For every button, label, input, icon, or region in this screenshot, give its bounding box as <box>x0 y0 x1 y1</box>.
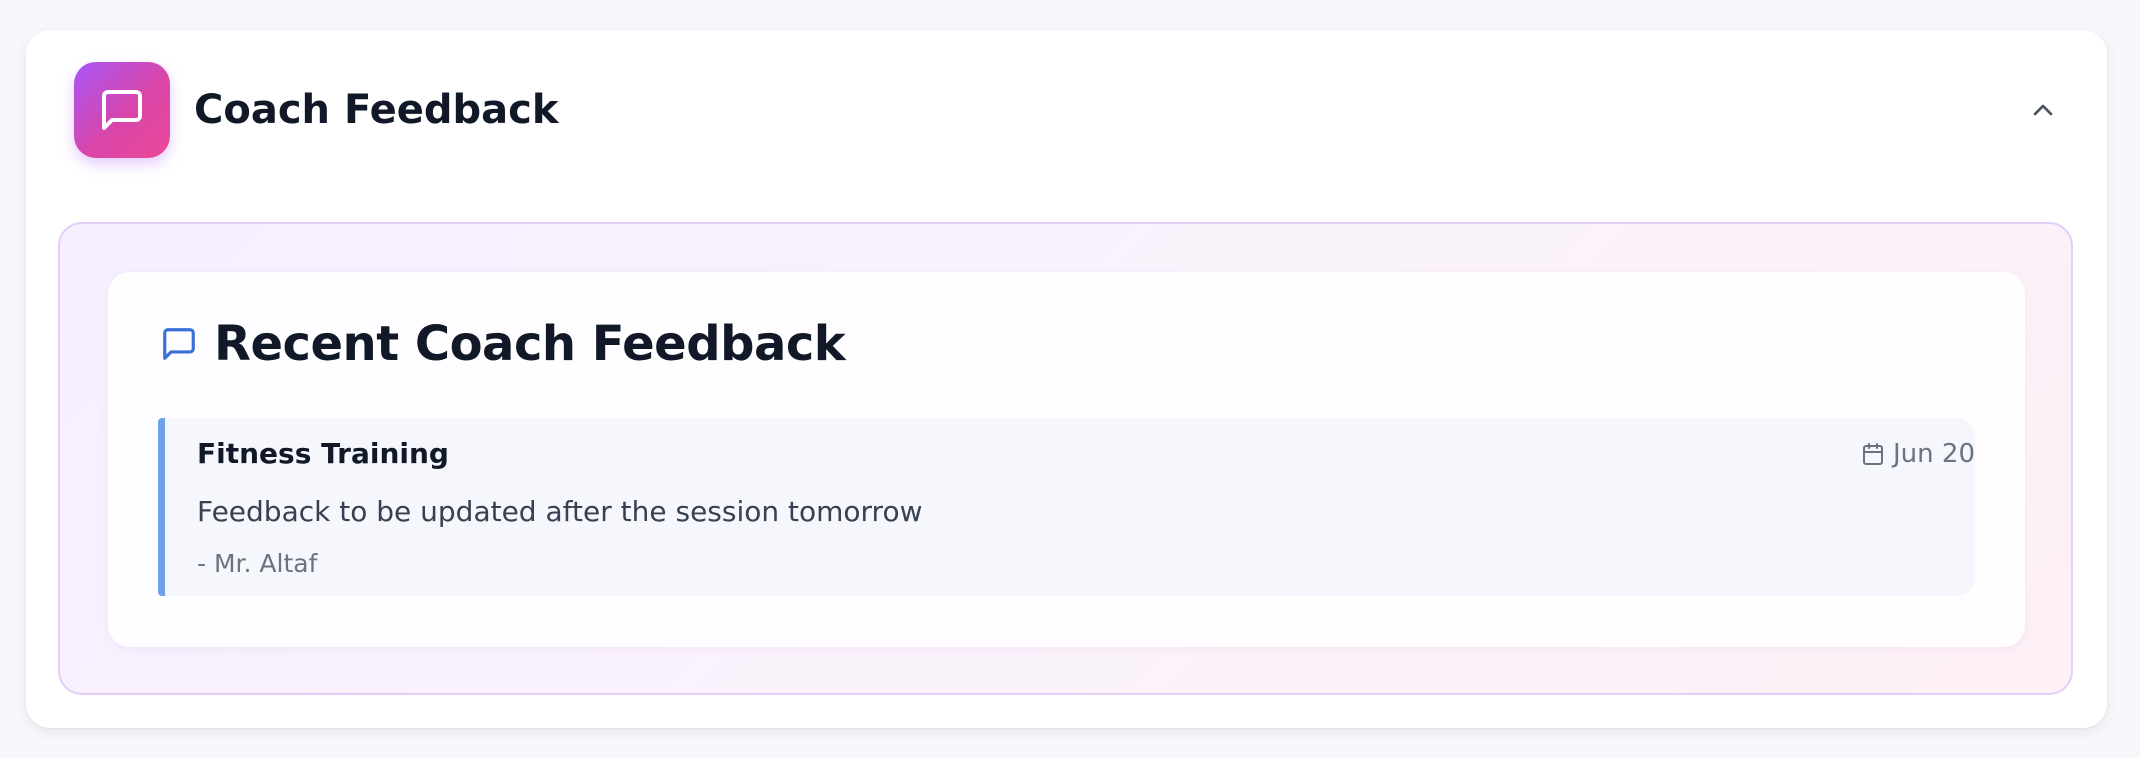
message-square-icon <box>163 328 195 360</box>
feedback-item: Fitness Training Jun 20 Feedback to be u… <box>158 418 1975 596</box>
card-title: Coach Feedback <box>194 87 559 133</box>
feedback-subject: Fitness Training <box>197 437 449 470</box>
collapse-button[interactable] <box>2019 86 2067 134</box>
coach-feedback-card: Coach Feedback Recent Coach Feedback Fit… <box>26 30 2107 728</box>
feedback-panel: Recent Coach Feedback Fitness Training J… <box>58 222 2073 695</box>
feedback-date: Jun 20 <box>1861 434 1975 474</box>
feedback-text: Feedback to be updated after the session… <box>197 495 923 528</box>
section-title: Recent Coach Feedback <box>214 316 846 372</box>
calendar-icon <box>1863 443 1884 465</box>
recent-feedback-card: Recent Coach Feedback Fitness Training J… <box>108 272 2025 647</box>
feedback-date-label: Jun 20 <box>1893 439 1975 469</box>
feedback-author: - Mr. Altaf <box>197 549 318 578</box>
section-header: Recent Coach Feedback <box>160 314 846 374</box>
message-square-icon <box>74 62 170 158</box>
chevron-up-icon <box>2033 104 2053 116</box>
